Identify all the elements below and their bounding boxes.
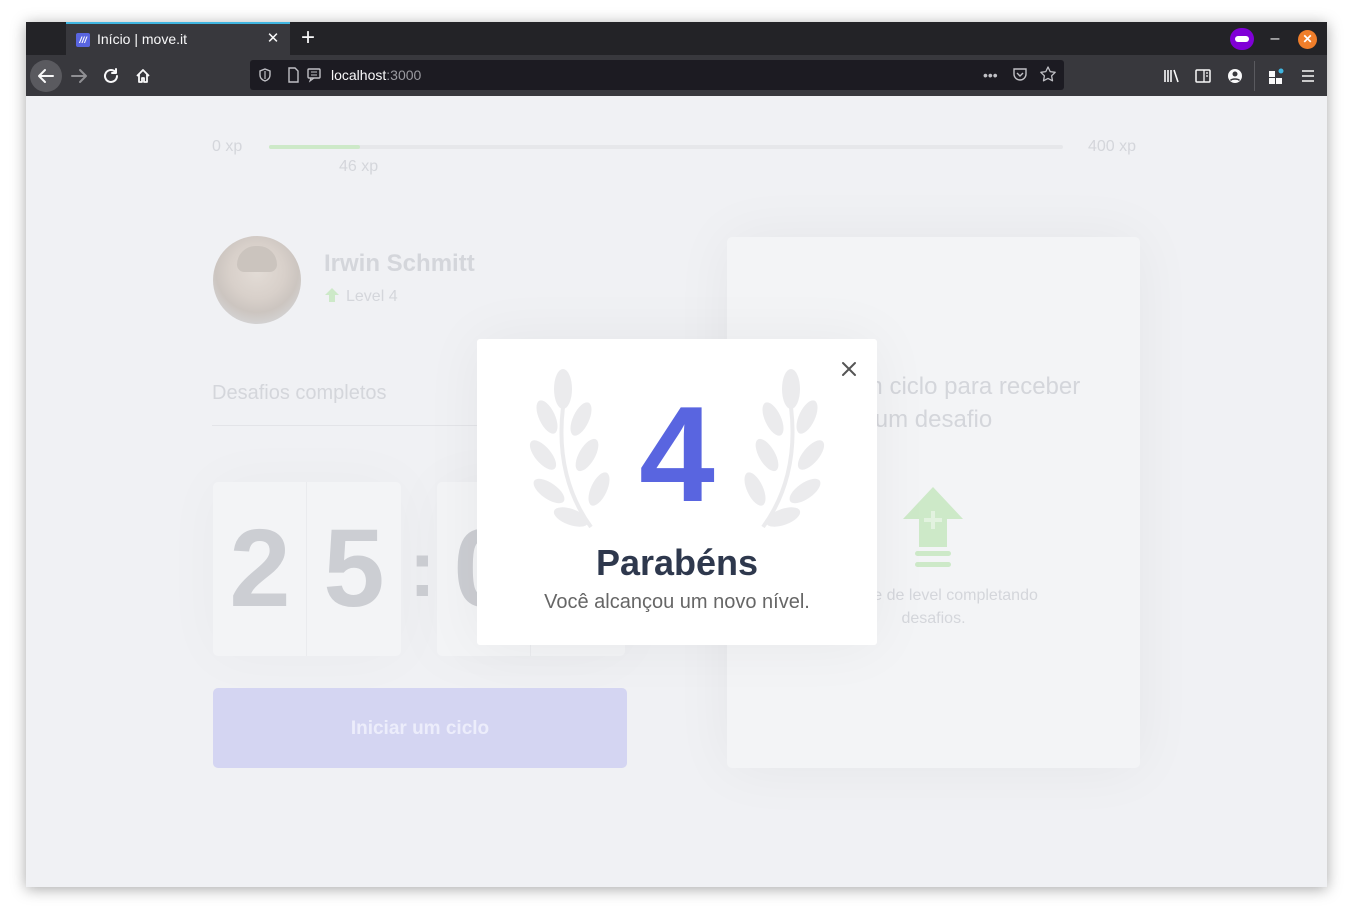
minute-digit-left: 2 (229, 507, 291, 630)
sidebar-icon[interactable] (1189, 61, 1217, 91)
experience-bar (269, 145, 1063, 149)
browser-window: /// Início | move.it ✕ + – ✕ localhost:3… (26, 22, 1327, 887)
tab-title: Início | move.it (97, 31, 188, 47)
bookmark-star-icon[interactable] (1039, 60, 1057, 90)
xp-current-label: 46 xp (339, 158, 379, 175)
reload-icon[interactable] (96, 61, 126, 91)
modal-message: Você alcançou um novo nível. (544, 591, 810, 613)
pocket-icon[interactable] (1012, 60, 1028, 90)
page-icon[interactable] (286, 60, 300, 90)
page-actions-icon[interactable]: ••• (983, 60, 998, 90)
extensions-icon[interactable] (1262, 61, 1290, 91)
toolbar-separator (1254, 61, 1255, 91)
url-host: localhost (331, 67, 387, 83)
profile-name: Irwin Schmitt (324, 250, 475, 277)
forward-arrow-icon[interactable] (64, 61, 94, 91)
minute-digit-right: 5 (323, 507, 385, 630)
hamburger-menu-icon[interactable] (1294, 61, 1322, 91)
new-tab-button[interactable]: + (296, 25, 320, 51)
profile-level: Level 4 (346, 288, 398, 305)
close-icon[interactable] (835, 355, 863, 383)
account-icon[interactable] (1221, 61, 1249, 91)
tab-bar: /// Início | move.it ✕ + – ✕ (26, 22, 1327, 55)
tab-close-icon[interactable]: ✕ (264, 30, 282, 48)
home-icon[interactable] (128, 61, 158, 91)
url-port: :3000 (386, 67, 422, 83)
new-level-number: 4 (639, 378, 715, 530)
url-text[interactable]: localhost:3000 (331, 67, 421, 83)
countdown-minutes: 2 5 (213, 482, 401, 656)
level-up-icon (325, 288, 339, 302)
level-up-arrow-icon (903, 487, 963, 567)
url-bar[interactable]: localhost:3000 ••• (250, 60, 1064, 90)
permissions-icon[interactable] (306, 60, 322, 90)
page-content: 0 xp 400 xp 46 xp Irwin Schmitt Level 4 … (26, 96, 1327, 887)
favicon-icon: /// (76, 33, 90, 47)
completed-challenges-label: Desafios completos (212, 382, 387, 404)
library-icon[interactable] (1157, 61, 1185, 91)
shield-icon[interactable] (258, 60, 272, 90)
private-browsing-icon (1230, 28, 1254, 50)
start-cycle-button[interactable]: Iniciar um ciclo (213, 688, 627, 768)
nav-toolbar: localhost:3000 ••• (26, 55, 1327, 96)
modal-title: Parabéns (595, 542, 759, 583)
experience-bar-fill (269, 145, 361, 149)
xp-min-label: 0 xp (212, 138, 243, 155)
countdown-separator: : (409, 524, 436, 613)
back-arrow-icon[interactable] (30, 60, 62, 92)
avatar (213, 236, 301, 324)
tab-active[interactable]: /// Início | move.it ✕ (66, 22, 290, 55)
xp-max-label: 400 xp (1088, 138, 1137, 155)
minimize-button[interactable]: – (1265, 29, 1285, 49)
window-close-button[interactable]: ✕ (1298, 30, 1317, 49)
level-up-modal: 4 Parabéns Você alcançou um novo nível. (477, 339, 877, 645)
